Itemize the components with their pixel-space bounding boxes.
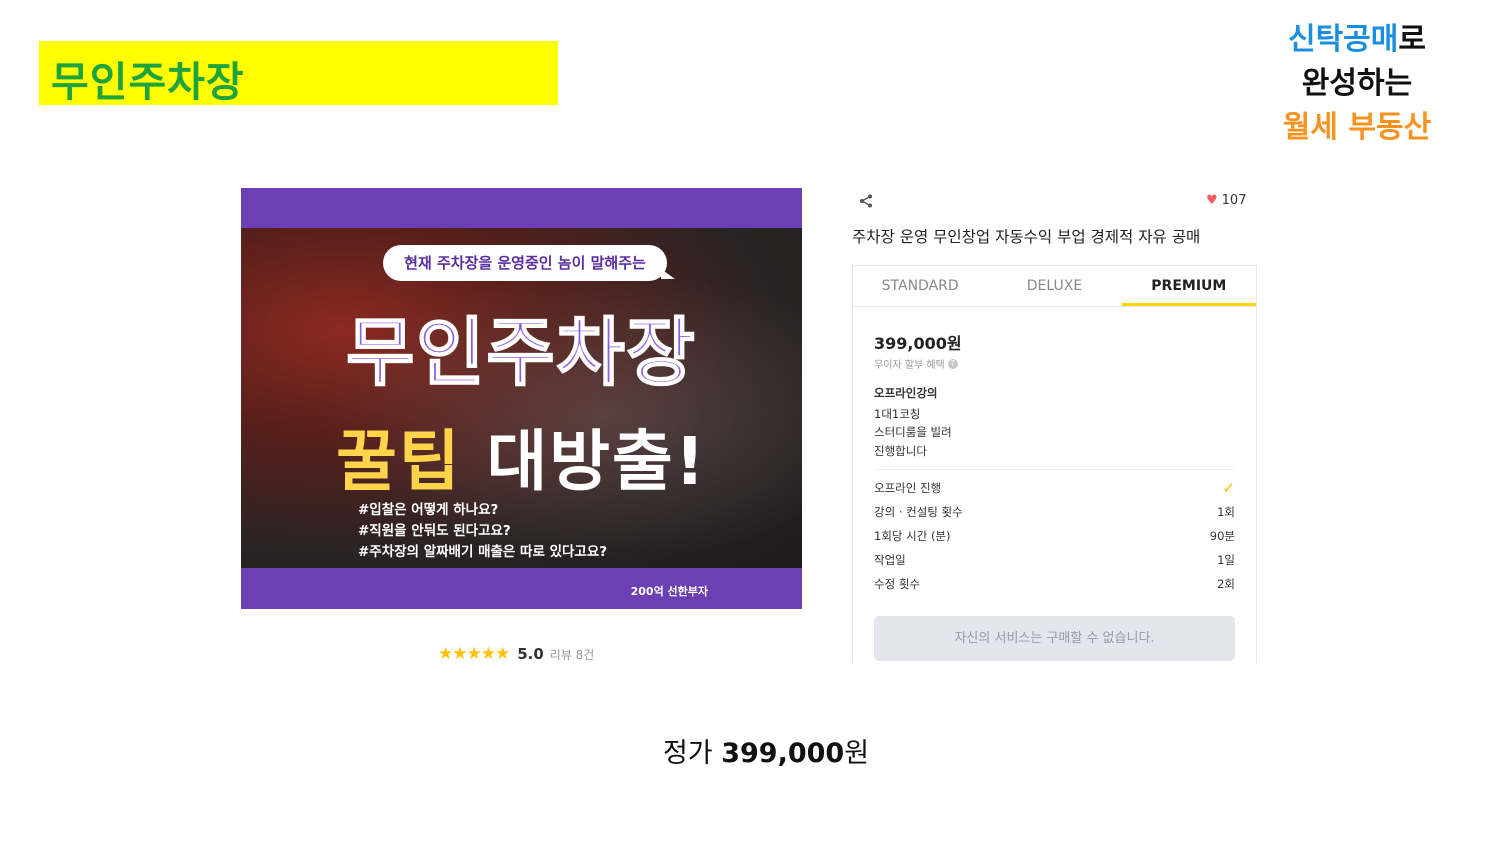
option-label: 작업일 — [874, 553, 906, 567]
option-value: 2회 — [1217, 577, 1235, 591]
bottom-price-label: 정가 — [662, 738, 713, 769]
package-options: 오프라인 진행 ✓ 강의 · 컨설팅 횟수 1회 1회당 시간 (분) 90분 … — [874, 476, 1235, 596]
package-description-line: 1대1코칭 — [874, 406, 921, 421]
package-description-line: 스터디룸을 빌려 — [874, 425, 952, 439]
option-label: 1회당 시간 (분) — [874, 529, 951, 543]
like-button[interactable]: ♥ 107 — [1206, 193, 1246, 208]
slide-title-box: 무인주차장 — [39, 41, 558, 106]
bottom-price-unit: 원 — [844, 738, 870, 769]
bottom-price: 정가 399,000원 — [0, 731, 1492, 770]
info-icon[interactable]: ? — [947, 358, 958, 369]
rating: ★★★★★ 5.0 리뷰 8건 — [438, 643, 594, 665]
share-icon[interactable] — [858, 193, 874, 209]
thumbnail-tags: #입찰은 어떻게 하나요? #직원을 안둬도 된다고요? #주차장의 알짜배기 … — [358, 500, 607, 563]
thumbnail-subheadline: 꿀팁 대방출! — [336, 423, 707, 500]
thumbnail-tag: #주차장의 알짜배기 매출은 따로 있다고요? — [358, 544, 608, 560]
option-label: 오프라인 진행 — [874, 481, 942, 495]
installment-label: 무이자 할부 혜택 — [874, 360, 945, 371]
brand-line-2: 완성하는 — [1301, 66, 1413, 101]
package-description: 오프라인강의 1대1코칭 스터디룸을 빌려 진행합니다 — [874, 384, 952, 460]
option-label: 수정 횟수 — [874, 577, 920, 591]
slide-title: 무인주차장 — [51, 58, 245, 106]
option-value: 90분 — [1209, 529, 1235, 543]
thumbnail-credit: 200억 선한부자 — [630, 585, 708, 598]
option-row: 오프라인 진행 ✓ — [874, 476, 1235, 500]
package-description-line: 진행합니다 — [874, 443, 927, 458]
thumbnail-headline: 무인주차장 — [345, 309, 697, 397]
tab-deluxe[interactable]: DELUXE — [987, 266, 1121, 306]
brand-logo: 신탁공매로 완성하는 월세 부동산 — [1262, 18, 1452, 150]
option-value: 1일 — [1217, 553, 1235, 567]
option-row: 작업일 1일 — [874, 548, 1235, 572]
thumbnail-bubble: 현재 주차장을 운영중인 놈이 말해주는 — [383, 245, 675, 281]
product-title: 주차장 운영 무인창업 자동수익 부업 경제적 자유 공매 — [852, 228, 1201, 246]
heart-icon: ♥ — [1206, 193, 1218, 208]
buy-button[interactable]: 자신의 서비스는 구매할 수 없습니다. — [874, 616, 1235, 661]
star-icon: ★★★★★ — [438, 644, 510, 664]
package-panel: STANDARD DELUXE PREMIUM 399,000원 무이자 할부 … — [852, 265, 1257, 663]
thumbnail-tag: #직원을 안둬도 된다고요? — [358, 523, 511, 539]
bottom-price-value: 399,000 — [721, 738, 845, 769]
brand-line-3: 월세 부동산 — [1282, 110, 1432, 145]
package-price: 399,000원 — [874, 334, 962, 353]
tab-premium[interactable]: PREMIUM — [1121, 266, 1256, 306]
divider — [874, 469, 1235, 470]
option-label: 강의 · 컨설팅 횟수 — [874, 505, 963, 519]
brand-line-1: 신탁공매로 — [1287, 22, 1426, 57]
thumbnail-tag: #입찰은 어떻게 하나요? — [358, 502, 499, 518]
package-description-heading: 오프라인강의 — [874, 386, 938, 400]
tab-standard[interactable]: STANDARD — [853, 266, 987, 306]
option-row: 수정 횟수 2회 — [874, 572, 1235, 596]
like-count: 107 — [1221, 193, 1247, 208]
package-tabs: STANDARD DELUXE PREMIUM — [853, 266, 1256, 307]
rating-score: 5.0 — [517, 645, 544, 663]
check-icon: ✓ — [1222, 479, 1235, 497]
product-thumbnail: 현재 주차장을 운영중인 놈이 말해주는 무인주차장 꿀팁 대방출! #입찰은 … — [241, 188, 802, 609]
installment-info[interactable]: 무이자 할부 혜택 ? — [874, 356, 958, 371]
review-count-link[interactable]: 리뷰 8건 — [550, 646, 595, 663]
option-row: 강의 · 컨설팅 횟수 1회 — [874, 500, 1235, 524]
option-value: 1회 — [1217, 505, 1235, 519]
option-row: 1회당 시간 (분) 90분 — [874, 524, 1235, 548]
